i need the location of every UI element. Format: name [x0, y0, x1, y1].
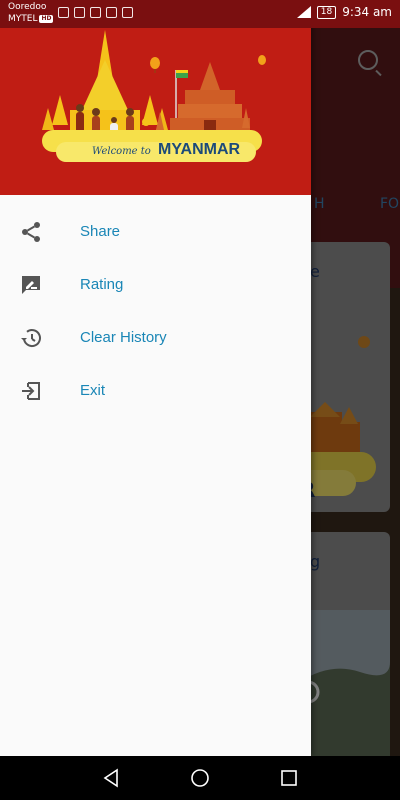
recents-icon[interactable] [279, 768, 299, 788]
menu-item-exit[interactable]: Exit [0, 364, 311, 417]
system-nav-bar [0, 756, 400, 800]
rating-icon [22, 275, 40, 294]
hd-badge: HD [39, 15, 54, 23]
navigation-drawer: Welcome to MYANMAR Share Rating Clear Hi… [0, 0, 311, 756]
history-icon [21, 328, 41, 347]
menu-item-label: Share [80, 223, 121, 240]
usb-icon [58, 7, 69, 18]
myanmar-illustration [42, 30, 266, 162]
menu-item-label: Rating [80, 276, 124, 293]
carrier-1: Ooredoo [8, 2, 47, 12]
mail-icon [106, 7, 117, 18]
carrier-2: MYTEL [8, 14, 38, 24]
drawer-header: Welcome to MYANMAR [0, 0, 311, 195]
clock: 9:34 am [342, 5, 392, 19]
notification-icons [58, 7, 133, 18]
banner-script-text: Welcome to [92, 146, 151, 157]
status-bar: Ooredoo MYTEL HD 18 9:34 am [0, 0, 400, 28]
battery-icon: 18 [316, 5, 337, 19]
share-icon [22, 221, 40, 242]
menu-item-share[interactable]: Share [0, 205, 311, 258]
menu-item-label: Clear History [80, 329, 167, 346]
menu-item-clear-history[interactable]: Clear History [0, 311, 311, 364]
signal-icon [296, 6, 311, 18]
back-icon[interactable] [101, 768, 121, 788]
menu-item-label: Exit [80, 382, 106, 399]
carrier-info: Ooredoo MYTEL HD [8, 1, 54, 25]
home-icon[interactable] [190, 768, 210, 788]
drawer-menu: Share Rating Clear History Exit [0, 205, 311, 417]
shield-icon [122, 7, 133, 18]
music-icon [90, 7, 101, 18]
banner-title: MYANMAR [158, 141, 241, 158]
menu-item-rating[interactable]: Rating [0, 258, 311, 311]
parking-icon [74, 7, 85, 18]
exit-icon [22, 381, 40, 400]
